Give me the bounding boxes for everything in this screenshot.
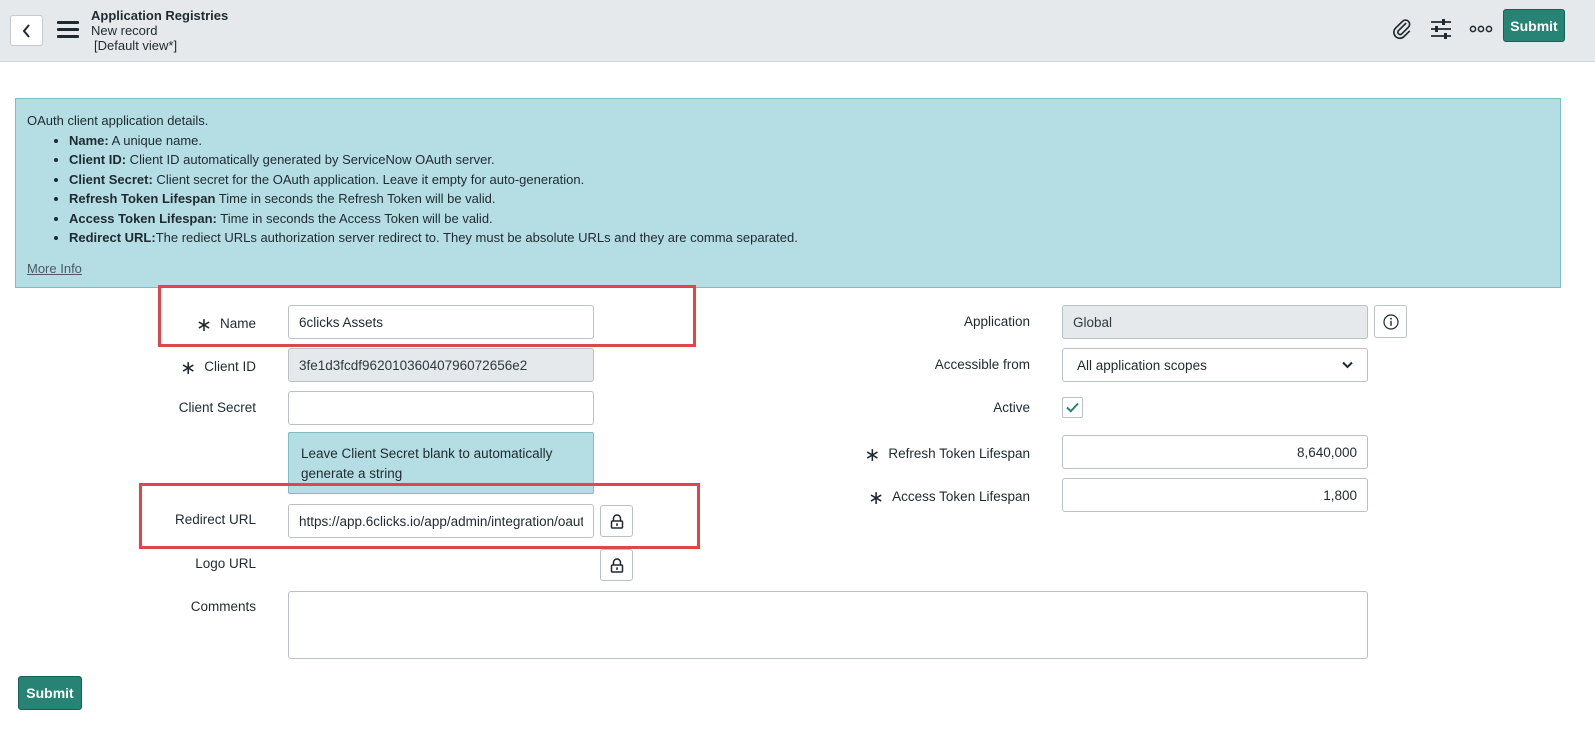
info-intro: OAuth client application details. [27, 113, 209, 128]
back-button[interactable] [10, 15, 43, 46]
menu-icon[interactable] [57, 21, 79, 41]
header-submit-button[interactable]: Submit [1503, 9, 1565, 42]
accessible-from-value: All application scopes [1077, 357, 1207, 373]
name-input[interactable] [288, 305, 594, 339]
refresh-token-label: ∗ Refresh Token Lifespan [864, 445, 1030, 466]
required-icon: ∗ [868, 488, 885, 509]
info-item: Client Secret: Client secret for the OAu… [69, 170, 1549, 190]
application-info-button[interactable] [1374, 305, 1407, 338]
refresh-token-input[interactable] [1062, 435, 1368, 469]
logo-url-lock-button[interactable] [600, 549, 633, 581]
more-info-link[interactable]: More Info [27, 259, 82, 279]
lock-icon [610, 557, 623, 573]
accessible-from-label: Accessible from [934, 357, 1030, 372]
paperclip-icon[interactable] [1387, 14, 1417, 44]
application-label: Application [963, 314, 1030, 329]
redirect-url-label: Redirect URL [174, 512, 256, 527]
chevron-left-icon [22, 23, 30, 38]
settings-sliders-icon[interactable] [1426, 14, 1456, 44]
redirect-url-lock-button[interactable] [600, 505, 633, 537]
redirect-url-input[interactable] [288, 504, 594, 538]
page-title: Application Registries [91, 8, 229, 23]
info-item: Redirect URL:The rediect URLs authorizat… [69, 228, 1549, 248]
title-block: Application Registries New record [Defau… [91, 8, 228, 53]
lock-icon [610, 513, 623, 529]
submit-button[interactable]: Submit [18, 676, 82, 710]
info-item: Access Token Lifespan: Time in seconds t… [69, 209, 1549, 229]
checkmark-icon [1066, 402, 1079, 413]
required-icon: ∗ [196, 315, 212, 336]
active-checkbox[interactable] [1062, 397, 1083, 418]
comments-textarea[interactable] [288, 591, 1368, 659]
chevron-down-icon [1342, 361, 1353, 369]
info-list: Name: A unique name. Client ID: Client I… [27, 131, 1549, 248]
client-secret-input[interactable] [288, 391, 594, 425]
comments-label: Comments [190, 599, 256, 614]
form-header: Application Registries New record [Defau… [0, 0, 1595, 62]
page-subtitle: New record [91, 23, 158, 38]
info-panel: OAuth client application details. Name: … [15, 98, 1561, 288]
name-label: ∗ Name [196, 315, 256, 336]
application-input [1062, 305, 1368, 339]
access-token-input[interactable] [1062, 478, 1368, 512]
client-secret-label: Client Secret [178, 400, 256, 415]
access-token-label: ∗ Access Token Lifespan [868, 488, 1030, 509]
active-label: Active [993, 400, 1030, 415]
view-name[interactable]: [Default view*] [91, 38, 228, 53]
more-options-icon[interactable] [1466, 14, 1496, 44]
info-item: Client ID: Client ID automatically gener… [69, 150, 1549, 170]
info-icon [1382, 313, 1399, 330]
required-icon: ∗ [180, 358, 197, 379]
logo-url-label: Logo URL [195, 556, 256, 571]
client-id-label: ∗ Client ID [180, 358, 256, 379]
client-secret-hint: Leave Client Secret blank to automatical… [288, 432, 594, 494]
required-icon: ∗ [864, 445, 881, 466]
accessible-from-select[interactable]: All application scopes [1062, 348, 1368, 382]
client-id-input [288, 348, 594, 382]
info-item: Name: A unique name. [69, 131, 1549, 151]
info-item: Refresh Token Lifespan Time in seconds t… [69, 189, 1549, 209]
